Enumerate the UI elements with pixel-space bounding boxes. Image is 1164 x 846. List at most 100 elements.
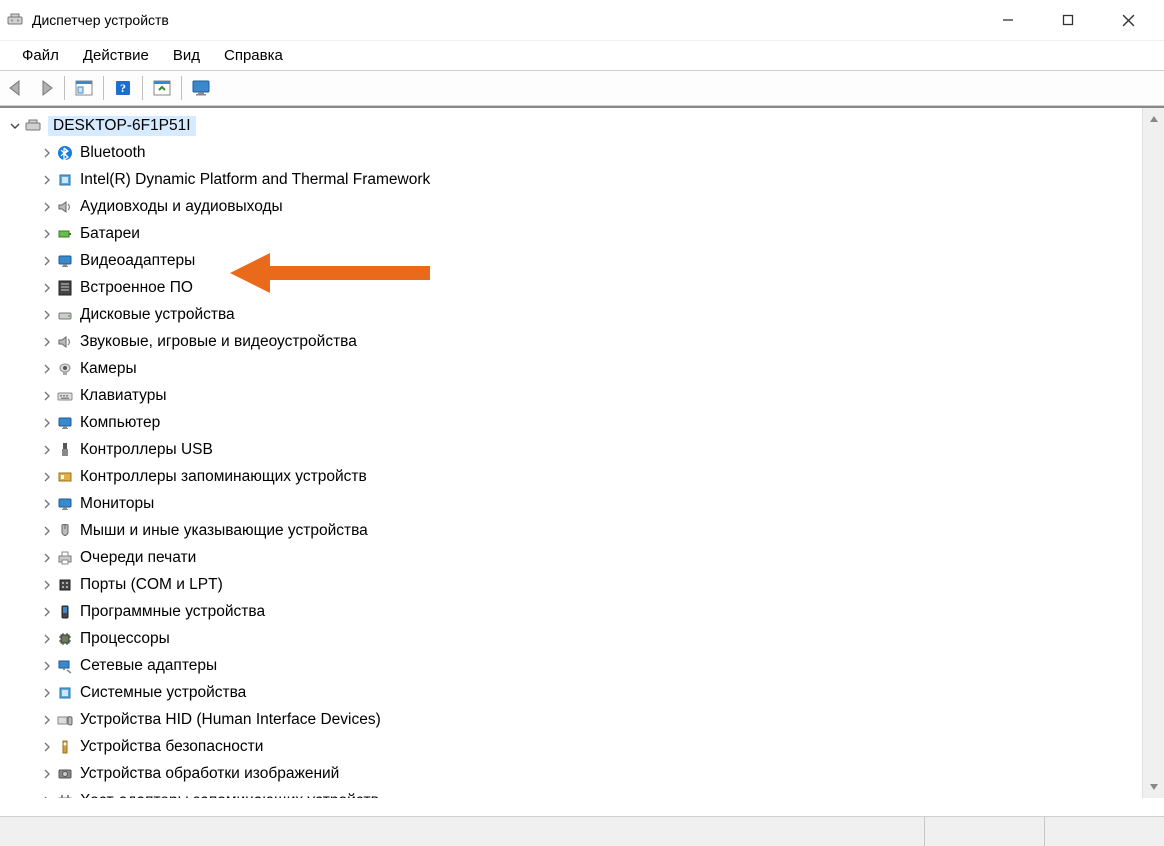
toolbar-separator: [181, 76, 182, 100]
tree-node[interactable]: Мониторы: [0, 490, 1142, 517]
monitor-button[interactable]: [188, 75, 214, 101]
tree-node[interactable]: Устройства обработки изображений: [0, 760, 1142, 787]
tree-node[interactable]: Клавиатуры: [0, 382, 1142, 409]
tree-node[interactable]: Intel(R) Dynamic Platform and Thermal Fr…: [0, 166, 1142, 193]
tree-node-label: Устройства HID (Human Interface Devices): [80, 711, 381, 729]
tree-node-label: Контроллеры USB: [80, 441, 213, 459]
show-hide-tree-button[interactable]: [71, 75, 97, 101]
tree-node[interactable]: Аудиовходы и аудиовыходы: [0, 193, 1142, 220]
computer-icon: [24, 117, 42, 135]
chevron-right-icon[interactable]: [40, 497, 54, 511]
tree-node[interactable]: Сетевые адаптеры: [0, 652, 1142, 679]
tree-node[interactable]: Видеоадаптеры: [0, 247, 1142, 274]
tree-root-node[interactable]: DESKTOP-6F1P51I: [0, 112, 1142, 139]
tree-node[interactable]: Компьютер: [0, 409, 1142, 436]
tree-node-label: Сетевые адаптеры: [80, 657, 217, 675]
device-category-icon: [56, 387, 74, 405]
chevron-right-icon[interactable]: [40, 605, 54, 619]
tree-node-label: Мыши и иные указывающие устройства: [80, 522, 368, 540]
device-category-icon: [56, 603, 74, 621]
help-button[interactable]: ?: [110, 75, 136, 101]
chevron-right-icon[interactable]: [40, 713, 54, 727]
tree-node[interactable]: Хост-адаптеры запоминающих устройств: [0, 787, 1142, 798]
tree-node[interactable]: Встроенное ПО: [0, 274, 1142, 301]
chevron-right-icon[interactable]: [40, 740, 54, 754]
tree-node[interactable]: Камеры: [0, 355, 1142, 382]
close-button[interactable]: [1098, 3, 1158, 37]
device-category-icon: [56, 738, 74, 756]
chevron-right-icon[interactable]: [40, 686, 54, 700]
device-category-icon: [56, 630, 74, 648]
device-category-icon: [56, 306, 74, 324]
menubar: Файл Действие Вид Справка: [0, 40, 1164, 70]
chevron-right-icon[interactable]: [40, 173, 54, 187]
chevron-right-icon[interactable]: [40, 335, 54, 349]
chevron-right-icon[interactable]: [40, 443, 54, 457]
tree-node-label: Компьютер: [80, 414, 160, 432]
device-category-icon: [56, 765, 74, 783]
chevron-right-icon[interactable]: [40, 146, 54, 160]
chevron-right-icon[interactable]: [40, 551, 54, 565]
scan-hardware-button[interactable]: [149, 75, 175, 101]
device-tree[interactable]: DESKTOP-6F1P51I Bluetooth Intel(R) Dynami…: [0, 112, 1142, 798]
chevron-right-icon[interactable]: [40, 362, 54, 376]
device-category-icon: [56, 522, 74, 540]
chevron-down-icon[interactable]: [8, 119, 22, 133]
forward-button[interactable]: [32, 75, 58, 101]
tree-node[interactable]: Системные устройства: [0, 679, 1142, 706]
tree-node-label: Intel(R) Dynamic Platform and Thermal Fr…: [80, 171, 430, 189]
chevron-right-icon[interactable]: [40, 794, 54, 799]
tree-node[interactable]: Процессоры: [0, 625, 1142, 652]
menu-help[interactable]: Справка: [212, 43, 295, 68]
tree-node[interactable]: Дисковые устройства: [0, 301, 1142, 328]
device-tree-pane: DESKTOP-6F1P51I Bluetooth Intel(R) Dynami…: [0, 108, 1142, 798]
tree-node[interactable]: Очереди печати: [0, 544, 1142, 571]
tree-node-label: Встроенное ПО: [80, 279, 193, 297]
chevron-right-icon[interactable]: [40, 389, 54, 403]
device-category-icon: [56, 198, 74, 216]
chevron-right-icon[interactable]: [40, 200, 54, 214]
scroll-down-icon[interactable]: [1143, 776, 1164, 798]
back-button[interactable]: [4, 75, 30, 101]
device-category-icon: [56, 684, 74, 702]
chevron-right-icon[interactable]: [40, 578, 54, 592]
tree-node[interactable]: Порты (COM и LPT): [0, 571, 1142, 598]
chevron-right-icon[interactable]: [40, 632, 54, 646]
chevron-right-icon[interactable]: [40, 281, 54, 295]
vertical-scrollbar[interactable]: [1142, 108, 1164, 798]
device-category-icon: [56, 441, 74, 459]
tree-node[interactable]: Контроллеры USB: [0, 436, 1142, 463]
device-manager-app-icon: [6, 11, 24, 29]
menu-file[interactable]: Файл: [10, 43, 71, 68]
statusbar-segment: [1044, 817, 1164, 846]
menu-action[interactable]: Действие: [71, 43, 161, 68]
tree-node[interactable]: Устройства HID (Human Interface Devices): [0, 706, 1142, 733]
tree-node[interactable]: Мыши и иные указывающие устройства: [0, 517, 1142, 544]
tree-node[interactable]: Программные устройства: [0, 598, 1142, 625]
chevron-right-icon[interactable]: [40, 308, 54, 322]
chevron-right-icon[interactable]: [40, 470, 54, 484]
chevron-right-icon[interactable]: [40, 767, 54, 781]
minimize-button[interactable]: [978, 3, 1038, 37]
tree-node-label: Камеры: [80, 360, 137, 378]
tree-node-label: Батареи: [80, 225, 140, 243]
device-category-icon: [56, 549, 74, 567]
tree-node-label: Очереди печати: [80, 549, 196, 567]
chevron-right-icon[interactable]: [40, 227, 54, 241]
statusbar-segment: [924, 817, 1044, 846]
chevron-right-icon[interactable]: [40, 659, 54, 673]
tree-node-label: Звуковые, игровые и видеоустройства: [80, 333, 357, 351]
tree-node-label: Bluetooth: [80, 144, 146, 162]
tree-node[interactable]: Батареи: [0, 220, 1142, 247]
tree-node-label: Контроллеры запоминающих устройств: [80, 468, 367, 486]
tree-node[interactable]: Контроллеры запоминающих устройств: [0, 463, 1142, 490]
maximize-button[interactable]: [1038, 3, 1098, 37]
menu-view[interactable]: Вид: [161, 43, 212, 68]
tree-node[interactable]: Устройства безопасности: [0, 733, 1142, 760]
scroll-up-icon[interactable]: [1143, 108, 1164, 130]
chevron-right-icon[interactable]: [40, 524, 54, 538]
tree-node[interactable]: Звуковые, игровые и видеоустройства: [0, 328, 1142, 355]
chevron-right-icon[interactable]: [40, 254, 54, 268]
tree-node[interactable]: Bluetooth: [0, 139, 1142, 166]
chevron-right-icon[interactable]: [40, 416, 54, 430]
